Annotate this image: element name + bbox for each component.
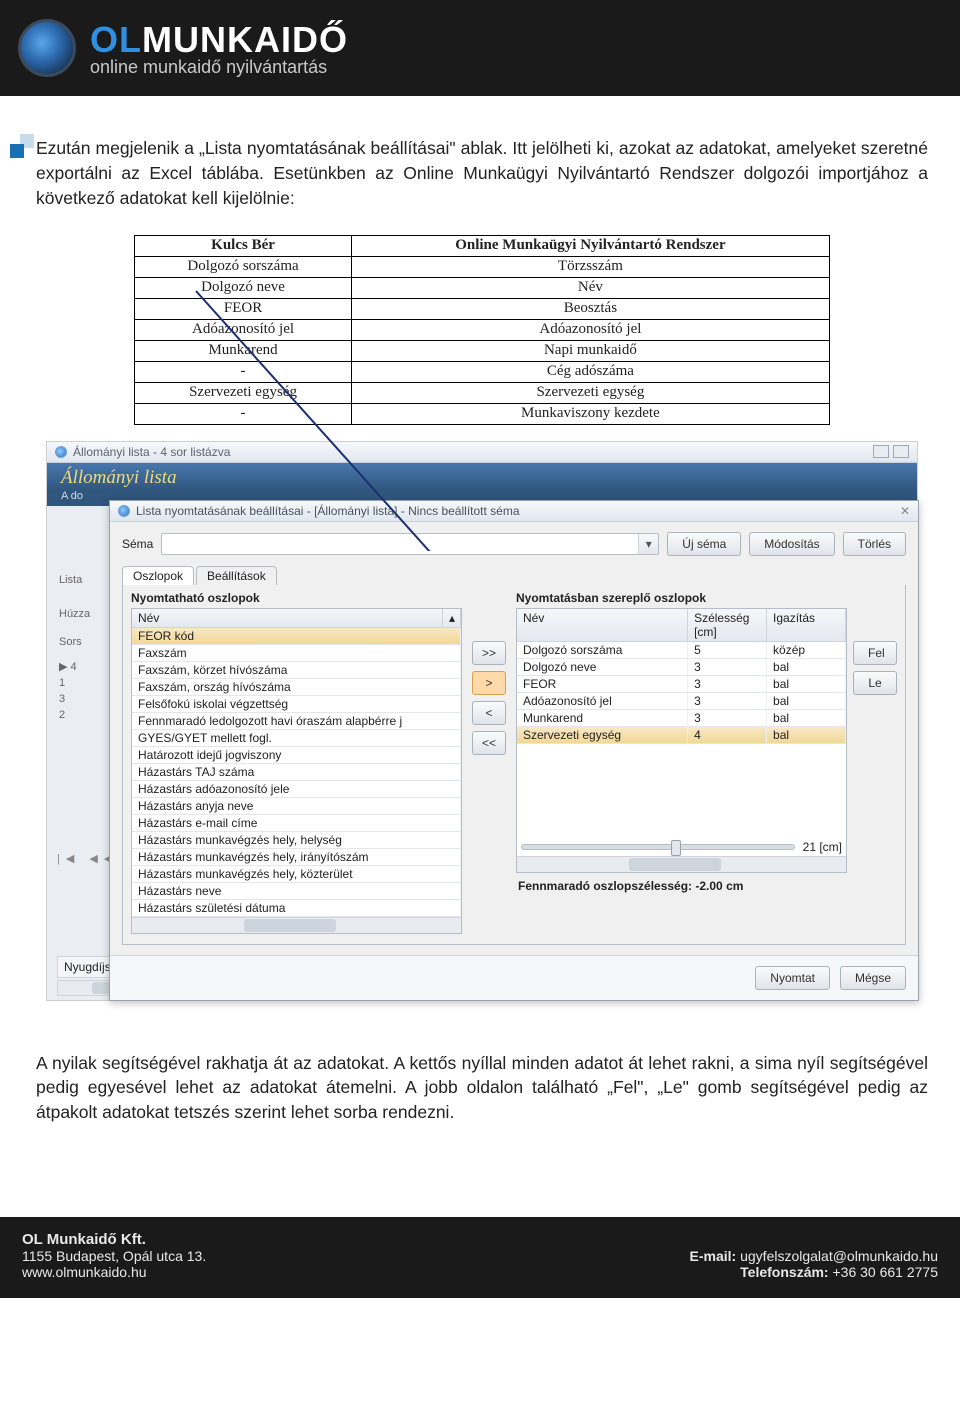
tab-settings[interactable]: Beállítások bbox=[196, 566, 277, 585]
app-screenshot: Állományi lista - 4 sor listázva Állomán… bbox=[46, 441, 918, 1001]
scrollbar[interactable] bbox=[132, 917, 461, 933]
move-all-left-button[interactable]: << bbox=[472, 731, 506, 755]
chevron-down-icon[interactable]: ▾ bbox=[638, 534, 658, 554]
list-item[interactable]: Házastárs e-mail címe bbox=[132, 815, 461, 832]
list-item[interactable]: Házastárs munkavégzés hely, irányítószám bbox=[132, 849, 461, 866]
delete-schema-button[interactable]: Törlés bbox=[843, 532, 906, 556]
list-item[interactable]: FEOR3bal bbox=[517, 676, 846, 693]
list-item[interactable]: GYES/GYET mellett fogl. bbox=[132, 730, 461, 747]
available-columns-grid[interactable]: Név▴ FEOR kódFaxszámFaxszám, körzet hívó… bbox=[131, 608, 462, 934]
tab-columns[interactable]: Oszlopok bbox=[122, 566, 194, 585]
list-item[interactable]: Adóazonosító jel3bal bbox=[517, 693, 846, 710]
move-up-button[interactable]: Fel bbox=[853, 641, 897, 665]
new-schema-button[interactable]: Új séma bbox=[667, 532, 741, 556]
page-footer: OL Munkaidő Kft. 1155 Budapest, Opál utc… bbox=[0, 1217, 960, 1298]
move-down-button[interactable]: Le bbox=[853, 671, 897, 695]
table-row: FEORBeosztás bbox=[135, 298, 830, 319]
table-row: MunkarendNapi munkaidő bbox=[135, 340, 830, 361]
table-row: -Cég adószáma bbox=[135, 361, 830, 382]
dialog-title: Lista nyomtatásának beállításai - [Állom… bbox=[136, 504, 520, 518]
print-settings-dialog: Lista nyomtatásának beállításai - [Állom… bbox=[109, 500, 919, 1001]
header-right: Online Munkaügyi Nyilvántartó Rendszer bbox=[351, 235, 829, 256]
footer-web: www.olmunkaido.hu bbox=[22, 1264, 206, 1280]
list-item[interactable]: Határozott idejű jogviszony bbox=[132, 747, 461, 764]
list-item[interactable]: Házastárs TAJ száma bbox=[132, 764, 461, 781]
schema-label: Séma bbox=[122, 537, 153, 551]
brand-subtitle: online munkaidő nyilvántartás bbox=[90, 57, 348, 78]
print-button[interactable]: Nyomtat bbox=[755, 966, 830, 990]
page-header: OLMUNKAIDŐ online munkaidő nyilvántartás bbox=[0, 0, 960, 96]
list-item[interactable]: Házastárs születési dátuma bbox=[132, 900, 461, 917]
app-icon bbox=[55, 446, 67, 458]
width-slider[interactable] bbox=[521, 844, 795, 850]
list-item[interactable]: Faxszám bbox=[132, 645, 461, 662]
outer-title: Állományi lista - 4 sor listázva bbox=[73, 445, 230, 459]
list-item[interactable]: FEOR kód bbox=[132, 628, 461, 645]
lista-label: Lista bbox=[55, 572, 94, 588]
header-left: Kulcs Bér bbox=[135, 235, 352, 256]
modify-schema-button[interactable]: Módosítás bbox=[749, 532, 834, 556]
list-item[interactable]: Munkarend3bal bbox=[517, 710, 846, 727]
brand-name: OLMUNKAIDŐ bbox=[90, 19, 348, 61]
table-row: Dolgozó sorszámaTörzsszám bbox=[135, 256, 830, 277]
scrollbar[interactable] bbox=[517, 856, 846, 872]
table-row: Szervezeti egységSzervezeti egység bbox=[135, 382, 830, 403]
list-item[interactable]: Házastárs munkavégzés hely, helység bbox=[132, 832, 461, 849]
move-right-button[interactable]: > bbox=[472, 671, 506, 695]
cancel-button[interactable]: Mégse bbox=[840, 966, 906, 990]
mapping-table: Kulcs Bér Online Munkaügyi Nyilvántartó … bbox=[134, 235, 830, 425]
schema-combo[interactable]: ▾ bbox=[161, 533, 659, 555]
table-row: Adóazonosító jelAdóazonosító jel bbox=[135, 319, 830, 340]
table-header-row: Kulcs Bér Online Munkaügyi Nyilvántartó … bbox=[135, 235, 830, 256]
list-item[interactable]: Fennmaradó ledolgozott havi óraszám alap… bbox=[132, 713, 461, 730]
list-item[interactable]: Házastárs neve bbox=[132, 883, 461, 900]
outer-window-titlebar: Állományi lista - 4 sor listázva bbox=[47, 442, 917, 463]
selected-columns-grid[interactable]: Név Szélesség [cm] Igazítás Dolgozó sors… bbox=[516, 608, 847, 873]
maximize-icon[interactable] bbox=[893, 445, 909, 458]
footer-email: ugyfelszolgalat@olmunkaido.hu bbox=[740, 1248, 938, 1264]
table-row: -Munkaviszony kezdete bbox=[135, 403, 830, 424]
minimize-icon[interactable] bbox=[873, 445, 889, 458]
move-all-right-button[interactable]: >> bbox=[472, 641, 506, 665]
printable-columns-label: Nyomtatható oszlopok bbox=[131, 591, 462, 605]
footer-company: OL Munkaidő Kft. bbox=[22, 1231, 206, 1248]
list-item[interactable]: Faxszám, ország hívószáma bbox=[132, 679, 461, 696]
list-item[interactable]: Felsőfokú iskolai végzettség bbox=[132, 696, 461, 713]
list-item[interactable]: Házastárs munkavégzés hely, közterület bbox=[132, 866, 461, 883]
background-left-panel: Lista Húzza Sors ▶ 4 1 3 2 bbox=[55, 572, 94, 723]
logo-icon bbox=[18, 19, 76, 77]
list-item[interactable]: Dolgozó sorszáma5közép bbox=[517, 642, 846, 659]
table-row: Dolgozó neveNév bbox=[135, 277, 830, 298]
list-item[interactable]: Házastárs adóazonosító jele bbox=[132, 781, 461, 798]
close-icon[interactable]: ✕ bbox=[900, 504, 910, 518]
list-item[interactable]: Szervezeti egység4bal bbox=[517, 727, 846, 744]
list-item[interactable]: Házastárs anyja neve bbox=[132, 798, 461, 815]
footer-address: 1155 Budapest, Opál utca 13. bbox=[22, 1248, 206, 1264]
slider-value: 21 [cm] bbox=[803, 840, 842, 854]
dialog-icon bbox=[118, 505, 130, 517]
outtro-paragraph: A nyilak segítségével rakhatja át az ada… bbox=[36, 1051, 928, 1126]
footer-tel: +36 30 661 2775 bbox=[833, 1264, 939, 1280]
inner-title: Állományi lista bbox=[47, 463, 917, 490]
list-item[interactable]: Faxszám, körzet hívószáma bbox=[132, 662, 461, 679]
intro-paragraph: Ezután megjelenik a „Lista nyomtatásának… bbox=[36, 136, 928, 211]
remaining-width: Fennmaradó oszlopszélesség: -2.00 cm bbox=[516, 873, 847, 899]
list-item[interactable]: Dolgozó neve3bal bbox=[517, 659, 846, 676]
move-left-button[interactable]: < bbox=[472, 701, 506, 725]
selected-columns-label: Nyomtatásban szereplő oszlopok bbox=[516, 591, 847, 605]
